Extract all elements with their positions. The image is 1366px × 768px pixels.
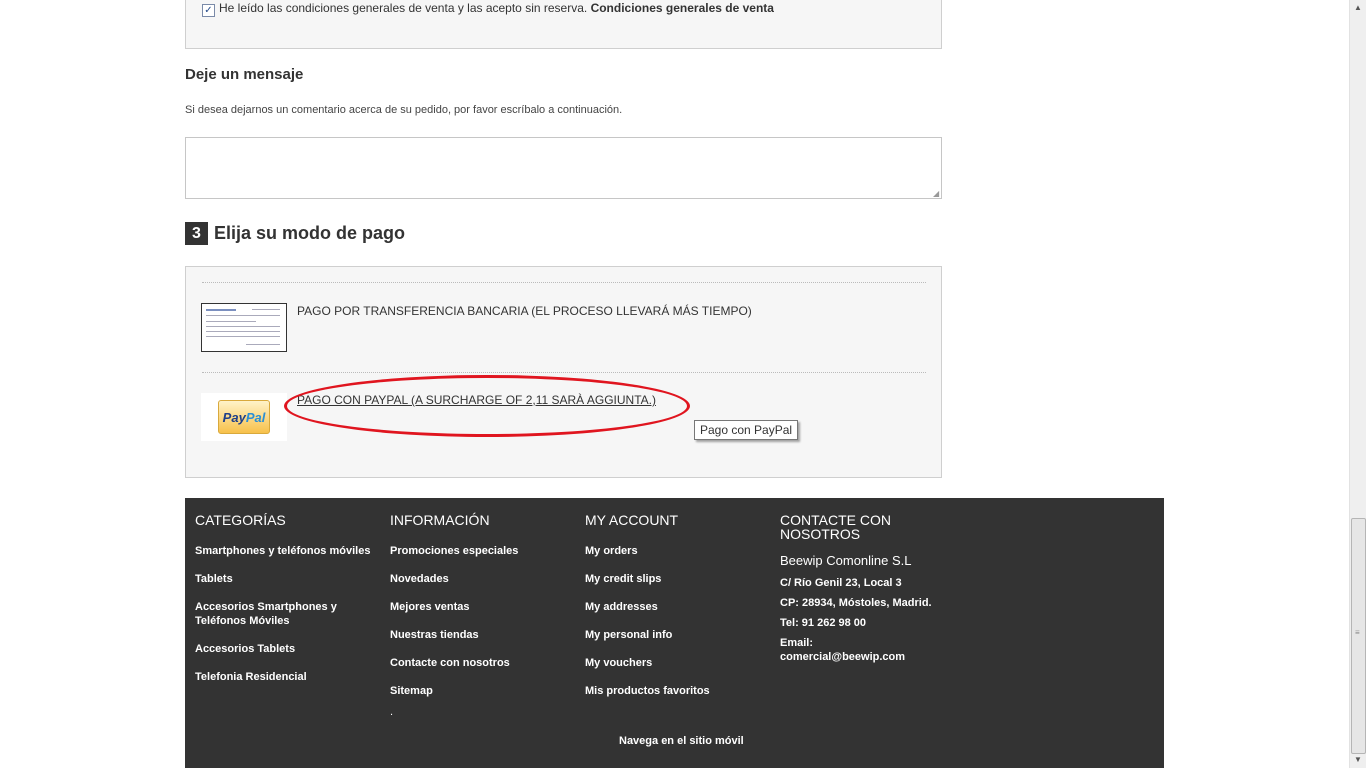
account-link[interactable]: My credit slips [585,572,765,586]
account-heading: MY ACCOUNT [585,512,679,528]
message-heading: Deje un mensaje [185,66,304,83]
information-heading: INFORMACIÓN [390,512,490,528]
info-link[interactable]: Contacte con nosotros [390,656,570,670]
paypal-logo: Pay Pal [218,400,270,434]
footer-information: INFORMACIÓN Promociones especiales Noved… [390,513,570,712]
footer: CATEGORÍAS Smartphones y teléfonos móvil… [185,498,1164,768]
vertical-scrollbar[interactable]: ▲ ≡ ▼ [1349,0,1366,768]
terms-link[interactable]: Condiciones generales de venta [591,1,774,15]
resize-grip-icon[interactable]: ◢ [933,190,941,198]
info-link[interactable]: Sitemap [390,684,570,698]
contact-email[interactable]: Email: comercial@beewip.com [780,636,940,664]
paypal-icon[interactable]: Pay Pal [201,393,287,441]
mobile-site-link[interactable]: Navega en el sitio móvil [619,735,744,747]
category-link[interactable]: Telefonia Residencial [195,670,375,684]
scroll-thumb[interactable]: ≡ [1351,518,1366,754]
category-link[interactable]: Smartphones y teléfonos móviles [195,544,375,558]
categories-heading: CATEGORÍAS [195,512,286,528]
category-link[interactable]: Tablets [195,572,375,586]
footer-account: MY ACCOUNT My orders My credit slips My … [585,513,765,712]
account-link[interactable]: My personal info [585,628,765,642]
step-number: 3 [185,222,208,245]
contact-phone: Tel: 91 262 98 00 [780,617,867,629]
category-link[interactable]: Accesorios Smartphones y Teléfonos Móvil… [195,600,345,628]
info-link[interactable]: Nuestras tiendas [390,628,570,642]
account-link[interactable]: Mis productos favoritos [585,684,765,698]
contact-city: CP: 28934, Móstoles, Madrid. [780,597,932,609]
highlight-ellipse [284,375,690,437]
contact-address: C/ Río Genil 23, Local 3 [780,577,902,589]
message-textarea[interactable] [185,137,942,199]
account-link[interactable]: My orders [585,544,765,558]
info-link[interactable]: Novedades [390,572,570,586]
footer-contact: CONTACTE CON NOSOTROS Beewip Comonline S… [780,513,940,670]
bank-transfer-option[interactable]: PAGO POR TRANSFERENCIA BANCARIA (EL PROC… [297,304,752,318]
checkout-page: ✓ He leído las condiciones generales de v… [0,0,1350,768]
account-link[interactable]: My vouchers [585,656,765,670]
footer-dot: . [390,706,394,718]
payment-step-header: 3 Elija su modo de pago [185,222,405,245]
message-description: Si desea dejarnos un comentario acerca d… [185,104,623,116]
scroll-up-arrow-icon[interactable]: ▲ [1350,0,1366,16]
message-wrapper: ◢ [185,137,942,199]
terms-text: He leído las condiciones generales de ve… [219,1,588,15]
scroll-down-arrow-icon[interactable]: ▼ [1350,752,1366,768]
terms-box: ✓ He leído las condiciones generales de v… [185,0,942,49]
company-name: Beewip Comonline S.L [780,553,912,568]
info-link[interactable]: Promociones especiales [390,544,570,558]
account-link[interactable]: My addresses [585,600,765,614]
payment-heading: Elija su modo de pago [214,223,406,243]
bank-transfer-icon[interactable] [201,303,287,352]
paypal-tooltip: Pago con PayPal [694,420,799,440]
divider [202,372,926,373]
terms-row: ✓ He leído las condiciones generales de v… [202,1,774,17]
divider [202,282,926,283]
footer-categories: CATEGORÍAS Smartphones y teléfonos móvil… [195,513,375,698]
scroll-grip-icon: ≡ [1355,628,1360,637]
category-link[interactable]: Accesorios Tablets [195,642,375,656]
terms-checkbox[interactable]: ✓ [202,4,215,17]
info-link[interactable]: Mejores ventas [390,600,570,614]
payment-options-box: PAGO POR TRANSFERENCIA BANCARIA (EL PROC… [185,266,942,478]
contact-heading: CONTACTE CON NOSOTROS [780,512,891,542]
